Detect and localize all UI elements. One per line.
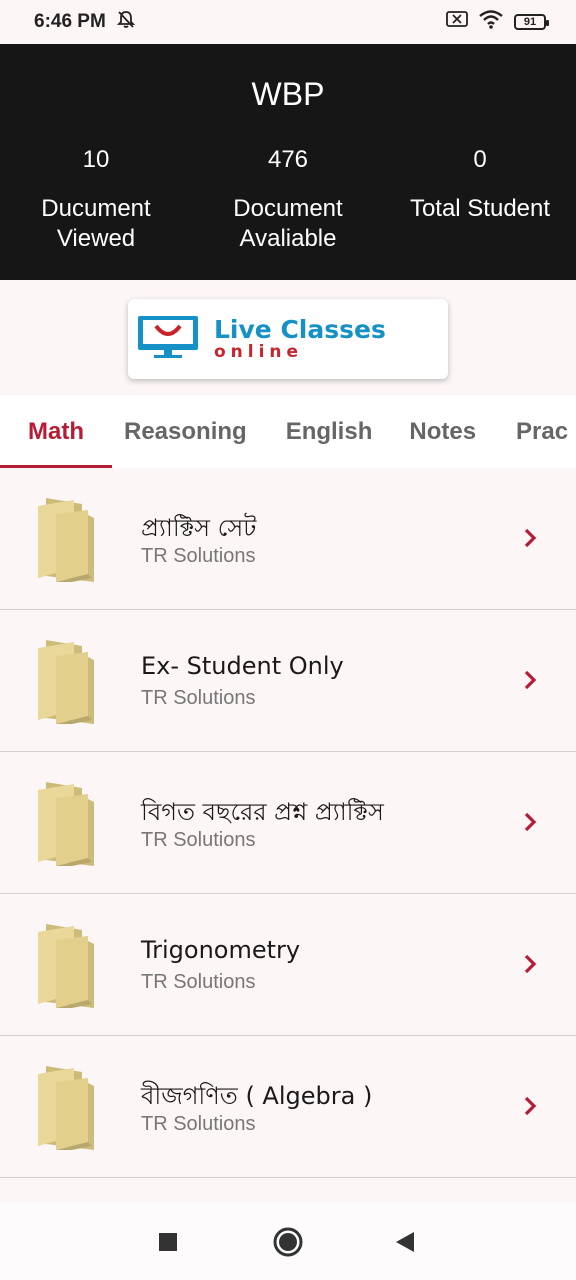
tab-reasoning[interactable]: Reasoning [104, 395, 267, 468]
chevron-right-icon [522, 668, 540, 692]
item-title: Trigonometry [141, 936, 301, 964]
item-subtitle: TR Solutions [141, 545, 256, 567]
recents-square-icon[interactable] [151, 1225, 185, 1259]
stat-value: 10 [82, 146, 110, 173]
item-title: Ex- Student Only [141, 652, 344, 680]
battery-icon: 91 [514, 14, 549, 30]
stat-value: 0 [473, 146, 487, 173]
battery-level: 91 [523, 16, 537, 28]
monitor-smile-icon [136, 314, 200, 364]
folder-icon [36, 640, 98, 726]
profile-header: WBP 10 Ducument Viewed 476 Document Aval… [0, 44, 576, 280]
chevron-right-icon [522, 1094, 540, 1118]
status-time: 6:46 PM [34, 11, 106, 32]
tab-english[interactable]: English [267, 395, 392, 468]
item-title: বীজগণিত ( Algebra ) [141, 1082, 373, 1110]
sim-x-icon [446, 11, 468, 33]
chevron-right-icon [522, 952, 540, 976]
status-right: 91 [446, 9, 549, 35]
stat-documents-available: 476 Document Avaliable [192, 146, 384, 254]
item-subtitle: TR Solutions [141, 1113, 256, 1135]
bell-off-icon [116, 9, 136, 35]
tab-math[interactable]: Math [0, 395, 112, 468]
list-item[interactable]: বিগত বছরের প্রশ্ন প্র্যাক্টিস TR Solutio… [0, 752, 576, 894]
list-item[interactable]: Ex- Student Only TR Solutions [0, 610, 576, 752]
list-item[interactable]: Trigonometry TR Solutions [0, 894, 576, 1036]
stat-label: Document Avaliable [233, 195, 343, 252]
item-subtitle: TR Solutions [141, 687, 256, 709]
folder-icon [36, 782, 98, 868]
stats-row: 10 Ducument Viewed 476 Document Avaliabl… [0, 146, 576, 254]
page-title: WBP [251, 76, 325, 112]
banner-title: Live Classes [214, 315, 386, 344]
folder-list: প্র্যাক্টিস সেট TR Solutions Ex- Student… [0, 468, 576, 1178]
banner-text: Live Classes online [214, 315, 386, 362]
item-subtitle: TR Solutions [141, 971, 256, 993]
folder-icon [36, 1066, 98, 1152]
subject-tabs: Math Reasoning English Notes Prac [0, 395, 576, 468]
list-item[interactable]: বীজগণিত ( Algebra ) TR Solutions [0, 1036, 576, 1178]
item-title: বিগত বছরের প্রশ্ন প্র্যাক্টিস [141, 798, 384, 826]
status-left: 6:46 PM [34, 9, 136, 35]
banner-subtitle: online [214, 342, 304, 362]
system-navigation-bar [0, 1203, 576, 1280]
stat-documents-viewed: 10 Ducument Viewed [0, 146, 192, 254]
list-item[interactable]: প্র্যাক্টিস সেট TR Solutions [0, 468, 576, 610]
home-circle-icon[interactable] [271, 1225, 305, 1259]
chevron-right-icon [522, 810, 540, 834]
stat-total-students: 0 Total Student [384, 146, 576, 254]
stat-label: Total Student [409, 195, 551, 222]
folder-icon [36, 924, 98, 1010]
live-classes-banner[interactable]: Live Classes online [128, 299, 448, 379]
item-subtitle: TR Solutions [141, 829, 256, 851]
stat-value: 476 [267, 146, 309, 173]
item-title: প্র্যাক্টিস সেট [141, 514, 257, 542]
stat-label: Ducument Viewed [41, 195, 151, 252]
tab-notes[interactable]: Notes [391, 395, 494, 468]
chevron-right-icon [522, 526, 540, 550]
back-triangle-icon[interactable] [388, 1225, 422, 1259]
folder-icon [36, 498, 98, 584]
tab-practice[interactable]: Prac [494, 395, 576, 468]
status-bar: 6:46 PM 91 [0, 0, 576, 44]
wifi-icon [478, 9, 504, 35]
